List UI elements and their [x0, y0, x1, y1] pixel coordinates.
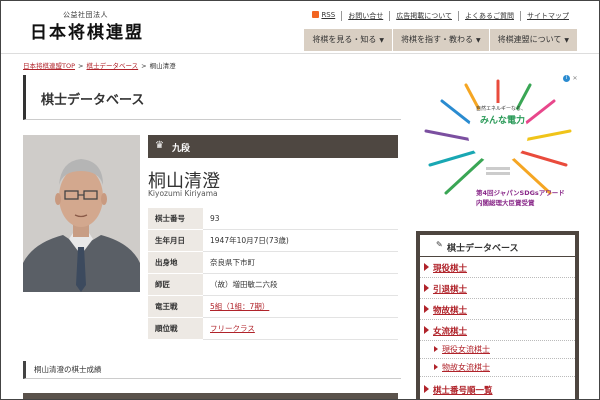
crown-icon: ♛ [155, 140, 164, 151]
records-heading: 桐山清澄の棋士成績 [34, 365, 102, 374]
page: 公益社団法人 日本将棋連盟 RSS お問い合せ 広告掲載について よくあるご質問… [0, 0, 600, 400]
breadcrumb: 日本将棋連盟TOP > 棋士データベース > 桐山清澄 [23, 62, 176, 70]
ryuo-link[interactable]: 5組（1組：7期） [210, 302, 269, 311]
chevron-down-icon: ▼ [564, 37, 569, 44]
sidebar-subitem-label[interactable]: 現役女流棋士 [442, 344, 490, 355]
ad-text-4: 内閣総理大臣賞受賞 [476, 199, 535, 207]
player-rank: 九段 [172, 144, 191, 154]
player-photo [23, 135, 140, 292]
table-row: 出身地 奈良県下市町 [148, 251, 398, 274]
triangle-right-icon [434, 364, 438, 370]
ad-banner[interactable]: i ✕ 自然エネルギーなら、 みんな電力 第4回ジャパンSDGsアワード 内閣総… [416, 75, 579, 217]
player-info-table: 棋士番号 93 生年月日 1947年10月7日(73歳) 出身地 奈良県下市町 … [148, 208, 398, 340]
rss-link[interactable]: RSS [306, 11, 341, 21]
breadcrumb-current: 桐山清澄 [149, 62, 176, 70]
page-title-box: 棋士データベース [23, 75, 401, 120]
info-key: 棋士番号 [148, 208, 203, 230]
page-title: 棋士データベース [41, 93, 145, 108]
table-row: 師匠 （故）増田敏二六段 [148, 273, 398, 296]
info-key: 順位戦 [148, 317, 203, 340]
ad-text-3: 第4回ジャパンSDGsアワード [476, 189, 565, 197]
site-logo[interactable]: 日本将棋連盟 [30, 18, 144, 43]
info-value: 5組（1組：7期） [203, 295, 398, 318]
sidebar-item-label[interactable]: 現役棋士 [433, 262, 467, 274]
triangle-right-icon [424, 284, 429, 292]
triangle-right-icon [434, 346, 438, 352]
rank-bar: ♛ 九段 [148, 135, 398, 158]
info-key: 出身地 [148, 251, 203, 274]
nav-watch[interactable]: 将棋を見る・知る ▼ [303, 29, 392, 51]
sidebar-item-women[interactable]: 女流棋士 [420, 320, 575, 341]
records-heading-box: 桐山清澄の棋士成績 [23, 361, 401, 379]
table-row: 生年月日 1947年10月7日(73歳) [148, 229, 398, 252]
sidebar-item-deceased[interactable]: 物故棋士 [420, 299, 575, 320]
sidebar-item-number-list[interactable]: 棋士番号順一覧 [420, 379, 575, 399]
info-value: 奈良県下市町 [203, 251, 398, 274]
top-links: RSS お問い合せ 広告掲載について よくあるご質問 サイトマップ [306, 11, 575, 21]
nav-about[interactable]: 将棋連盟について ▼ [488, 29, 577, 51]
table-row: 棋士番号 93 [148, 208, 398, 230]
table-row: 竜王戦 5組（1組：7期） [148, 295, 398, 318]
sidebar-subitem-deceased-women[interactable]: 物故女流棋士 [420, 359, 575, 377]
info-value: 93 [203, 208, 398, 230]
records-tab-bar [23, 393, 398, 399]
faq-link[interactable]: よくあるご質問 [458, 11, 520, 21]
breadcrumb-top[interactable]: 日本将棋連盟TOP [23, 62, 75, 70]
sitemap-link[interactable]: サイトマップ [520, 11, 575, 21]
sidebar-title: 棋士データベース [447, 244, 519, 254]
info-key: 生年月日 [148, 229, 203, 252]
triangle-right-icon [424, 263, 429, 271]
sidebar-title-box: ✎ 棋士データベース [420, 235, 575, 257]
contact-link[interactable]: お問い合せ [341, 11, 389, 21]
junisen-link[interactable]: フリークラス [210, 324, 255, 333]
sidebar-item-retired[interactable]: 引退棋士 [420, 278, 575, 299]
table-row: 順位戦 フリークラス [148, 317, 398, 340]
ad-info-link[interactable]: 広告掲載について [389, 11, 458, 21]
sidebar-subitem-label[interactable]: 物故女流棋士 [442, 362, 490, 373]
site-header: 公益社団法人 日本将棋連盟 RSS お問い合せ 広告掲載について よくあるご質問… [1, 1, 599, 54]
info-value: 1947年10月7日(73歳) [203, 229, 398, 252]
sidebar-item-label[interactable]: 棋士番号順一覧 [433, 384, 493, 396]
nav-play[interactable]: 将棋を指す・教わる ▼ [391, 29, 489, 51]
triangle-right-icon [424, 385, 429, 393]
info-value: （故）増田敏二六段 [203, 273, 398, 296]
triangle-right-icon [424, 326, 429, 334]
sidebar-item-label[interactable]: 引退棋士 [433, 283, 467, 295]
triangle-right-icon [424, 305, 429, 313]
sidebar-subitem-active-women[interactable]: 現役女流棋士 [420, 341, 575, 359]
sidebar-box: ✎ 棋士データベース 現役棋士 引退棋士 物故棋士 女流棋士 現役女流棋士 物故… [416, 231, 579, 399]
ad-text-1: 自然エネルギーなら、 [476, 106, 527, 112]
main-nav: 将棋を見る・知る ▼ 将棋を指す・教わる ▼ 将棋連盟について ▼ [303, 29, 577, 51]
sidebar-item-label[interactable]: 女流棋士 [433, 325, 467, 337]
rss-icon [312, 11, 320, 18]
info-value: フリークラス [203, 317, 398, 340]
breadcrumb-database[interactable]: 棋士データベース [86, 62, 138, 70]
sidebar-item-label[interactable]: 物故棋士 [433, 304, 467, 316]
player-name-en: Kiyozumi Kiriyama [148, 189, 218, 198]
info-key: 師匠 [148, 273, 203, 296]
chevron-down-icon: ▼ [379, 37, 384, 44]
ad-text-2: みんな電力 [480, 116, 526, 126]
chevron-down-icon: ▼ [475, 37, 481, 44]
pencil-icon: ✎ [436, 240, 443, 249]
info-key: 竜王戦 [148, 295, 203, 318]
sidebar-item-active[interactable]: 現役棋士 [420, 257, 575, 278]
